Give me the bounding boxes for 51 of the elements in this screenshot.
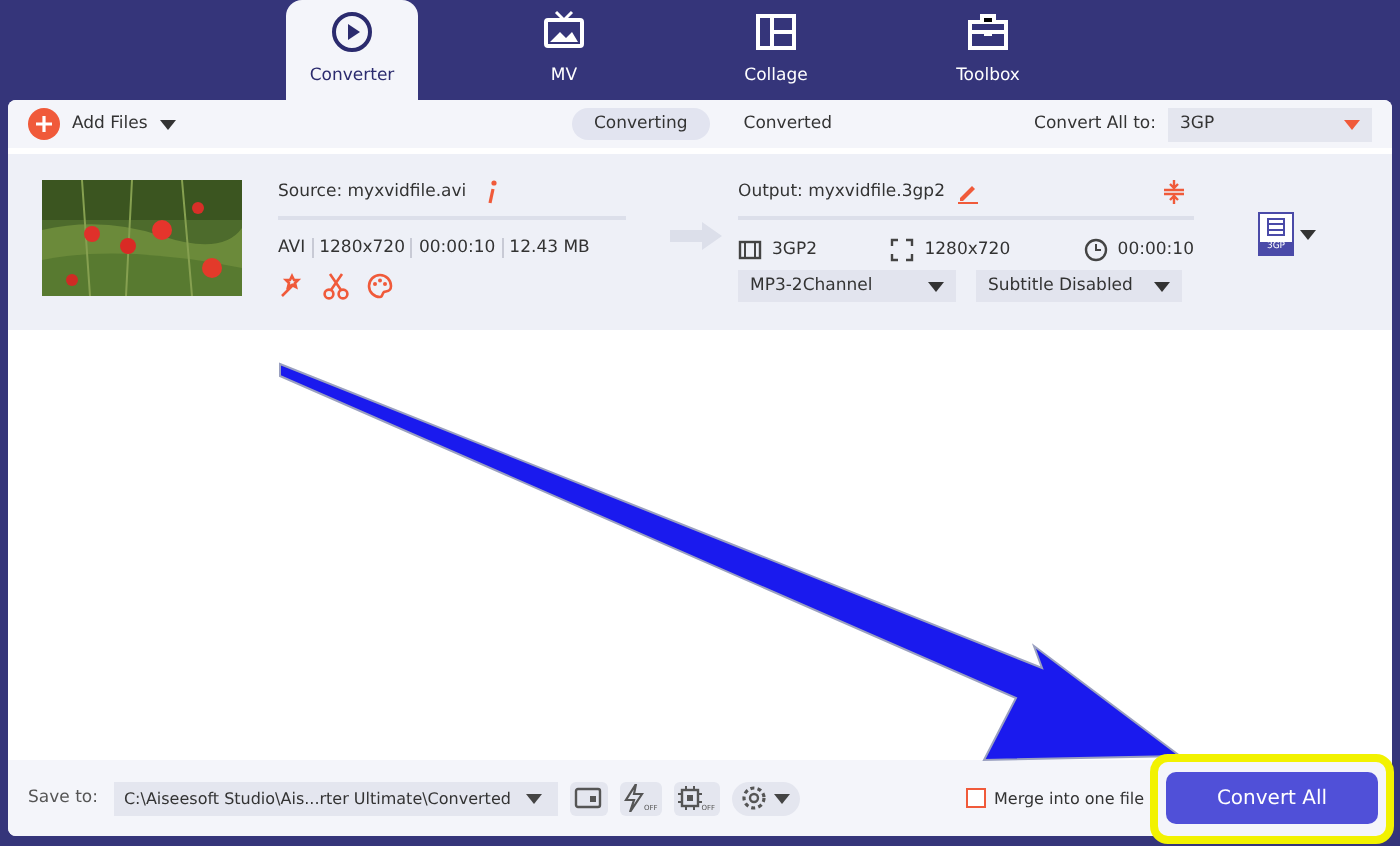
- nav-tab[interactable]: Toolbox: [922, 0, 1054, 100]
- output-resolution-text: 1280x720: [924, 240, 1011, 260]
- merge-label: Merge into one file: [994, 789, 1144, 807]
- source-filename: Source: myxvidfile.avi: [278, 181, 467, 201]
- view-tab[interactable]: Converting: [572, 108, 710, 140]
- nav-tab[interactable]: Converter: [286, 0, 418, 100]
- caret-icon: [1344, 119, 1360, 129]
- output-filename: Output: myxvidfile.3gp2: [738, 181, 945, 201]
- merge-checkbox[interactable]: [966, 788, 986, 808]
- converter-icon: [328, 8, 376, 56]
- collage-icon: [752, 8, 800, 56]
- caret-icon: [1154, 281, 1170, 291]
- toolbox-icon: [964, 8, 1012, 56]
- caret-icon: [159, 119, 176, 129]
- file-info-text: 00:00:10: [410, 238, 502, 258]
- nav-tab[interactable]: Collage: [710, 0, 842, 100]
- format-dropdown[interactable]: 3GP: [1168, 107, 1372, 141]
- film-icon: [738, 238, 762, 262]
- file-info-text: 12.43 MB: [501, 238, 596, 258]
- file-info-text: 1280x720: [311, 238, 411, 258]
- caret-icon: [525, 793, 542, 803]
- caret-icon[interactable]: [1300, 229, 1316, 239]
- info-icon[interactable]: [486, 179, 499, 203]
- caret-icon: [928, 281, 944, 291]
- open-folder-button[interactable]: [569, 781, 608, 815]
- caret-icon: [774, 793, 791, 803]
- settings-icon: [740, 784, 769, 812]
- save-path-dropdown[interactable]: C:\Aiseesoft Studio\Ais...rter Ultimate\Converted: [113, 781, 558, 815]
- output-duration-text: 00:00:10: [1117, 240, 1194, 260]
- convert-all-button[interactable]: Convert All: [1166, 772, 1378, 824]
- compress-icon[interactable]: [1162, 179, 1186, 203]
- scissors-icon[interactable]: [322, 272, 350, 300]
- output-format-text: 3GP2: [772, 240, 818, 260]
- subtitle-dropdown[interactable]: Subtitle Disabled: [976, 270, 1182, 302]
- expand-icon: [890, 238, 915, 262]
- save-to-label: Save to:: [28, 788, 98, 808]
- lightning-icon: [623, 784, 644, 812]
- film-icon: [1266, 218, 1286, 236]
- magic-wand-icon[interactable]: [278, 272, 306, 300]
- chip-icon: [677, 786, 702, 810]
- audio-dropdown[interactable]: MP3-2Channel: [738, 270, 956, 302]
- palette-icon[interactable]: [366, 272, 394, 300]
- clock-icon: [1083, 238, 1108, 262]
- nav-tab[interactable]: MV: [498, 0, 630, 100]
- add-files-button[interactable]: Add Files: [28, 108, 176, 140]
- plus-icon: [28, 108, 60, 140]
- view-tab[interactable]: Converted: [721, 108, 855, 140]
- convert-all-label: Convert All to:: [1034, 114, 1156, 134]
- file-info-text: AVI: [278, 238, 308, 258]
- folder-icon: [574, 786, 603, 810]
- settings-button[interactable]: [731, 781, 800, 815]
